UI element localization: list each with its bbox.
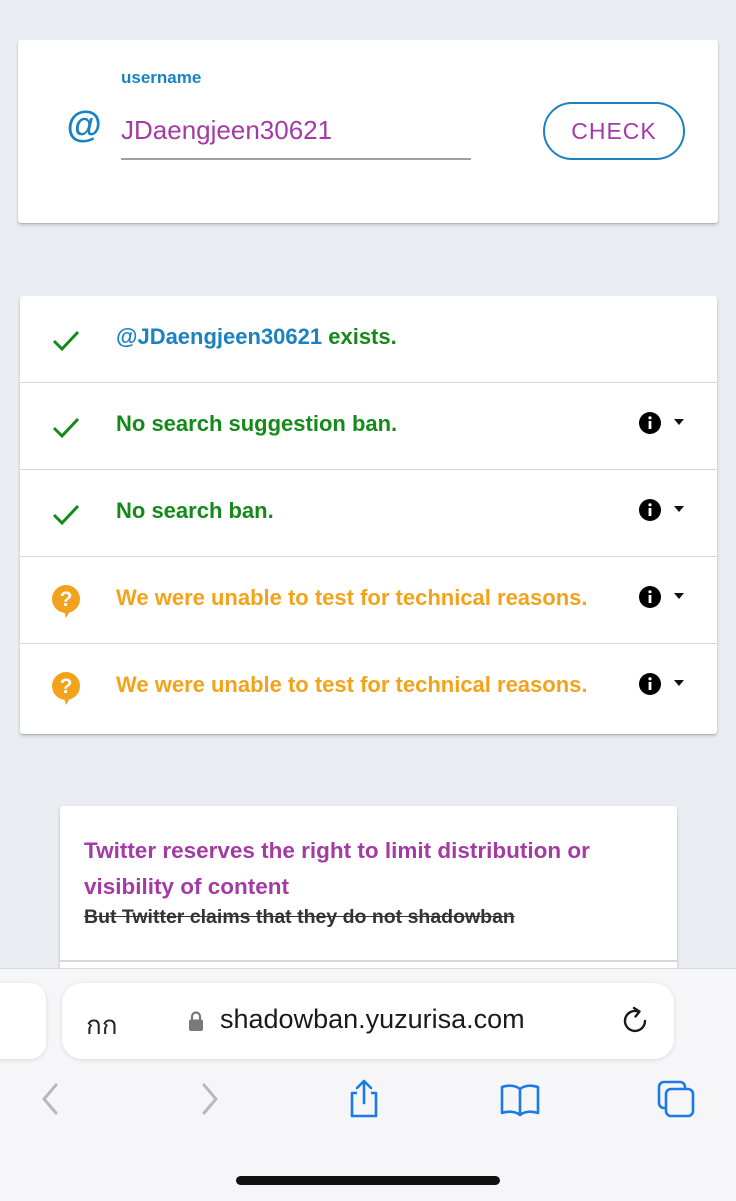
check-icon — [52, 330, 80, 352]
info-icon[interactable] — [639, 412, 661, 434]
lock-icon — [189, 1011, 203, 1031]
previous-tab-preview[interactable] — [0, 983, 46, 1059]
home-indicator — [236, 1176, 500, 1185]
browser-toolbar: กก shadowban.yuzurisa.com — [0, 968, 736, 1201]
check-icon — [52, 417, 80, 439]
chevron-down-icon[interactable] — [673, 505, 685, 513]
bookmarks-icon[interactable] — [500, 1079, 540, 1119]
result-row-ghost-ban: ? We were unable to test for technical r… — [20, 557, 717, 644]
divider — [60, 960, 677, 962]
info-icon[interactable] — [639, 586, 661, 608]
user-handle-link[interactable]: @JDaengjeen30621 — [116, 324, 322, 349]
result-text: No search suggestion ban. — [116, 411, 398, 436]
result-row-exists: @JDaengjeen30621 exists. — [20, 296, 717, 383]
share-icon[interactable] — [344, 1079, 384, 1119]
forward-icon[interactable] — [190, 1079, 230, 1119]
at-icon: @ — [66, 104, 102, 145]
chevron-down-icon[interactable] — [673, 418, 685, 426]
reload-icon[interactable] — [620, 1006, 650, 1036]
svg-text:?: ? — [60, 588, 73, 611]
info-icon[interactable] — [639, 499, 661, 521]
chevron-down-icon[interactable] — [673, 592, 685, 600]
url-text[interactable]: shadowban.yuzurisa.com — [220, 1004, 525, 1035]
result-row-search-suggestion: No search suggestion ban. — [20, 383, 717, 470]
tabs-icon[interactable] — [656, 1079, 696, 1119]
username-input[interactable] — [121, 102, 471, 160]
username-field-label: username — [121, 68, 202, 87]
result-row-search-ban: No search ban. — [20, 470, 717, 557]
question-bubble-icon: ? — [52, 585, 80, 618]
notice-title: Twitter reserves the right to limit dist… — [84, 838, 590, 899]
username-search-card: @ username CHECK — [18, 40, 718, 223]
info-icon[interactable] — [639, 673, 661, 695]
result-text: No search ban. — [116, 498, 274, 523]
results-card: @JDaengjeen30621 exists. No search sugge… — [20, 296, 717, 734]
chevron-down-icon[interactable] — [673, 679, 685, 687]
question-bubble-icon: ? — [52, 672, 80, 705]
result-text: We were unable to test for technical rea… — [116, 585, 588, 610]
svg-text:?: ? — [60, 675, 73, 698]
address-bar[interactable]: กก shadowban.yuzurisa.com — [62, 983, 674, 1059]
check-icon — [52, 504, 80, 526]
notice-card: Twitter reserves the right to limit dist… — [60, 806, 677, 986]
reader-text-size-button[interactable]: กก — [86, 1005, 117, 1046]
check-button[interactable]: CHECK — [543, 102, 685, 160]
result-text: @JDaengjeen30621 exists. — [116, 324, 397, 349]
notice-strikethrough-text: But Twitter claims that they do not shad… — [84, 906, 515, 928]
back-icon[interactable] — [30, 1079, 70, 1119]
result-row-reply-deboosting: ? We were unable to test for technical r… — [20, 644, 717, 731]
result-text: We were unable to test for technical rea… — [116, 672, 588, 697]
